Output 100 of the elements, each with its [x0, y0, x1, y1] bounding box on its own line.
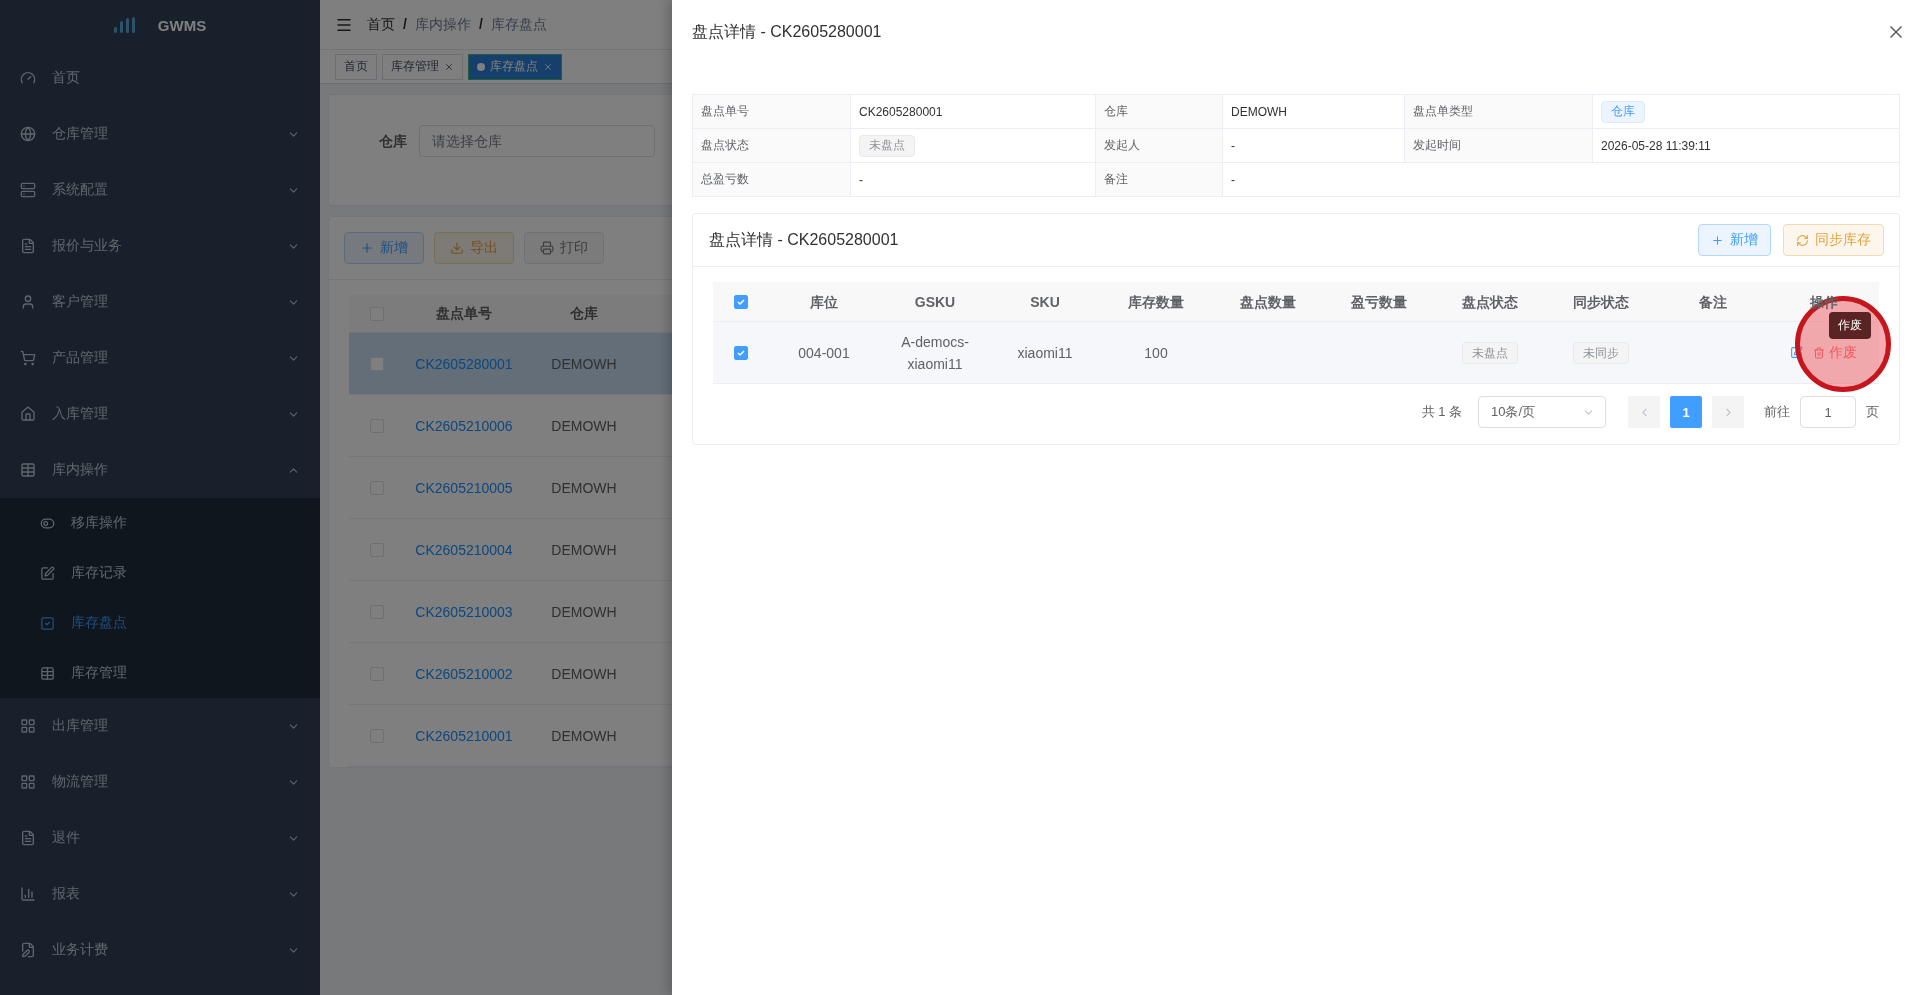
breadcrumb-item: 库内操作: [414, 16, 471, 32]
order-link[interactable]: CK2605210005: [415, 479, 513, 496]
card-title: 盘点详情 - CK2605280001: [709, 229, 899, 250]
column-header: 备注: [1698, 292, 1727, 312]
menu-item[interactable]: 首页: [0, 50, 320, 106]
logo-icon: [113, 17, 136, 33]
add-button[interactable]: 新增: [1698, 224, 1771, 256]
status-tag: 未盘点: [1462, 342, 1518, 364]
column-header: 仓库: [570, 304, 598, 323]
detail-label: 盘点状态: [693, 129, 851, 163]
page-tab[interactable]: 库存管理: [382, 53, 463, 80]
column-header: GSKU: [914, 292, 956, 312]
checkbox[interactable]: [733, 294, 748, 309]
table-cell-text: xiaomi11: [1017, 343, 1073, 363]
page-unit: 页: [1866, 403, 1879, 421]
menu-item[interactable]: 物流管理: [0, 754, 320, 810]
column-header: 盈亏数量: [1351, 292, 1407, 312]
menu-item[interactable]: 系统配置: [0, 162, 320, 218]
printer-icon: [540, 241, 554, 255]
menu-item[interactable]: 入库管理: [0, 386, 320, 442]
detail-label: 发起人: [1096, 129, 1223, 163]
table-cell: DEMOWH: [551, 665, 617, 682]
breadcrumb-separator: /: [478, 16, 483, 32]
detail-label: 发起时间: [1405, 129, 1593, 163]
menu-item[interactable]: 报表: [0, 866, 320, 922]
check-icon: [735, 347, 746, 358]
close-icon[interactable]: [444, 61, 454, 72]
page-input[interactable]: 1: [1800, 396, 1856, 428]
menu-item[interactable]: 客户管理: [0, 274, 320, 330]
plus-icon: [1711, 233, 1724, 247]
table-cell-text: 004-001: [798, 343, 850, 363]
detail-value: -: [859, 172, 863, 187]
toolbar-button[interactable]: 导出: [434, 232, 514, 264]
table-cell: DEMOWH: [551, 417, 617, 434]
page-tab[interactable]: 库存盘点: [468, 53, 562, 80]
sync-button[interactable]: 同步库存: [1783, 224, 1884, 256]
dot-icon: [477, 62, 485, 71]
page-tab[interactable]: 首页: [335, 53, 377, 80]
close-icon[interactable]: [543, 61, 553, 72]
type-tag: 仓库: [1601, 100, 1645, 123]
goto-label: 前往: [1764, 403, 1790, 421]
toolbar-button[interactable]: 新增: [344, 232, 424, 264]
order-link[interactable]: CK2605210006: [415, 417, 513, 434]
detail-label: 仓库: [1096, 95, 1223, 129]
checkbox[interactable]: [733, 345, 748, 360]
detail-value: -: [1231, 172, 1235, 187]
submenu-item[interactable]: 库存管理: [0, 648, 320, 698]
tooltip: 作废: [1829, 312, 1871, 339]
field-label: 仓库: [379, 132, 407, 151]
order-link[interactable]: CK2605210001: [415, 727, 513, 744]
page-button[interactable]: 1: [1670, 396, 1702, 428]
plus-icon: [360, 241, 374, 255]
table-cell: DEMOWH: [551, 541, 617, 558]
column-header: 库存数量: [1128, 292, 1184, 312]
column-header: SKU: [1030, 292, 1060, 312]
order-link[interactable]: CK2605280001: [415, 355, 513, 372]
table-cell: DEMOWH: [551, 603, 617, 620]
warehouse-select[interactable]: 请选择仓库: [419, 125, 655, 157]
app-name: GWMS: [157, 16, 207, 34]
table-cell: DEMOWH: [551, 727, 617, 744]
page-size-select[interactable]: 10条/页: [1478, 396, 1606, 428]
menu-item[interactable]: 业务计费: [0, 922, 320, 978]
menu-item[interactable]: 退件: [0, 810, 320, 866]
detail-label: 总盈亏数: [693, 163, 851, 197]
table-cell-text: 100: [1144, 343, 1168, 363]
menu-item[interactable]: 库内操作: [0, 442, 320, 498]
menu-item[interactable]: 仓库管理: [0, 106, 320, 162]
drawer-title: 盘点详情 - CK2605280001: [692, 21, 882, 42]
check-icon: [735, 296, 746, 307]
detail-value: -: [1231, 138, 1235, 153]
status-tag: 未盘点: [859, 134, 915, 157]
table-cell: DEMOWH: [551, 479, 617, 496]
order-link[interactable]: CK2605210003: [415, 603, 513, 620]
menu-item[interactable]: 出库管理: [0, 698, 320, 754]
table-row[interactable]: CK2605280001 DEMOWH: [349, 333, 672, 395]
column-header: 盘点单号: [436, 304, 492, 323]
menu-item[interactable]: 产品管理: [0, 330, 320, 386]
order-link[interactable]: CK2605210002: [415, 665, 513, 682]
column-header: 盘点状态: [1462, 292, 1518, 312]
submenu-item[interactable]: 移库操作: [0, 498, 320, 548]
breadcrumb-item[interactable]: 首页: [367, 16, 395, 32]
order-link[interactable]: CK2605210004: [415, 541, 513, 558]
breadcrumb-item: 库存盘点: [490, 16, 547, 32]
total-count: 共 1 条: [1421, 403, 1462, 421]
trash-icon: [1813, 346, 1825, 359]
edit-icon[interactable]: [1790, 346, 1803, 359]
menu-item[interactable]: 报价与业务: [0, 218, 320, 274]
submenu-item[interactable]: 库存盘点: [0, 598, 320, 648]
detail-label: 备注: [1096, 163, 1223, 197]
table-cell: DEMOWH: [551, 355, 617, 372]
column-header: 同步状态: [1573, 292, 1629, 312]
column-header: 盘点数量: [1239, 292, 1296, 312]
download-icon: [450, 241, 464, 255]
column-header: 库位: [810, 292, 838, 312]
submenu-item[interactable]: 库存记录: [0, 548, 320, 598]
void-button[interactable]: 作废: [1813, 343, 1857, 362]
refresh-icon: [1796, 233, 1809, 247]
status-tag: 未同步: [1573, 342, 1629, 364]
detail-value: 2026-05-28 11:39:11: [1601, 138, 1711, 153]
detail-label: 盘点单类型: [1405, 95, 1593, 129]
